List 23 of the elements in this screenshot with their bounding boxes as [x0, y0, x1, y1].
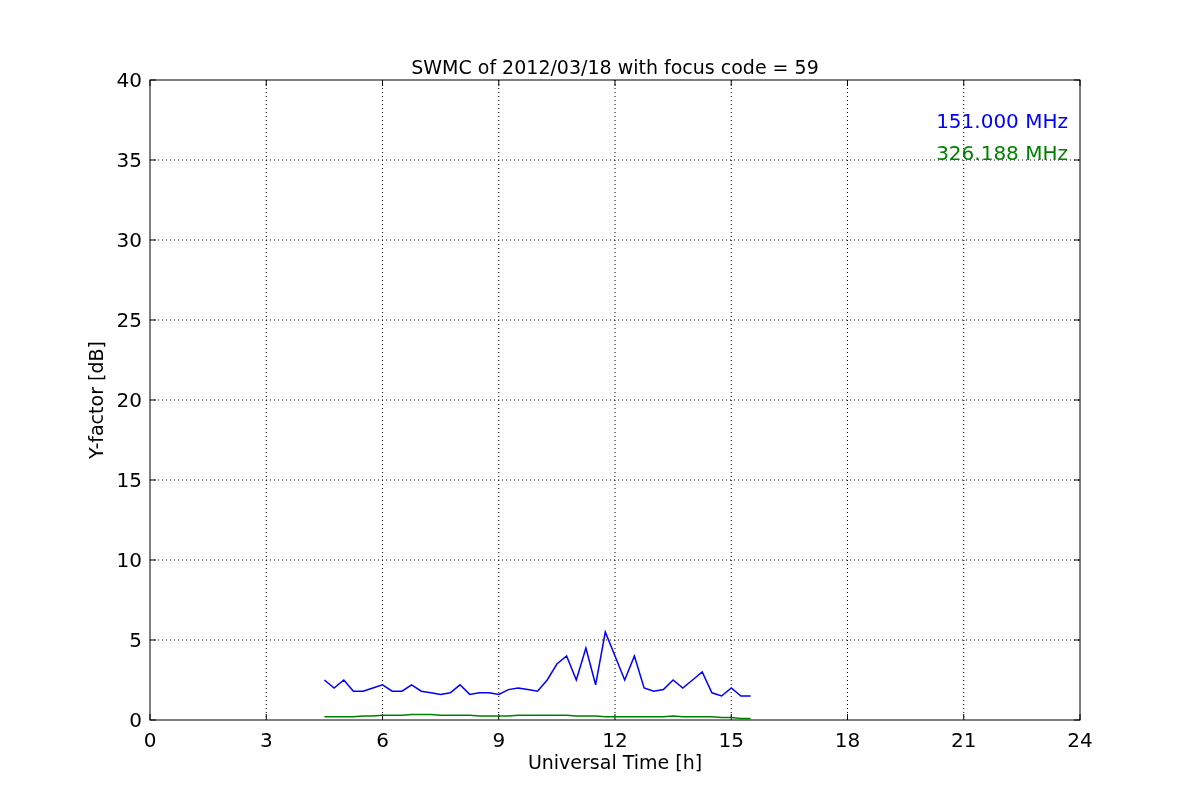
- y-tick-label: 35: [116, 148, 142, 172]
- y-tick-label: 5: [129, 628, 142, 652]
- legend-label: 151.000 MHz: [936, 109, 1068, 133]
- x-tick-label: 18: [834, 728, 861, 752]
- x-tick-label: 6: [376, 728, 389, 752]
- x-tick-label: 15: [718, 728, 744, 752]
- legend-label: 326.188 MHz: [936, 141, 1068, 165]
- y-tick-label: 25: [116, 308, 142, 332]
- chart-title: SWMC of 2012/03/18 with focus code = 59: [411, 56, 819, 78]
- y-tick-label: 10: [116, 548, 142, 572]
- x-tick-label: 24: [1067, 728, 1093, 752]
- x-tick-label: 3: [259, 728, 273, 752]
- y-tick-label: 40: [116, 68, 142, 92]
- y-tick-label: 15: [116, 468, 142, 492]
- x-tick-label: 12: [602, 728, 628, 752]
- x-axis-label: Universal Time [h]: [527, 751, 703, 773]
- y-tick-label: 0: [129, 708, 142, 732]
- y-tick-label: 20: [116, 388, 142, 412]
- x-tick-label: 21: [951, 728, 977, 752]
- x-tick-label: 9: [492, 728, 506, 752]
- y-axis-label: Y-factor [dB]: [85, 341, 107, 459]
- x-tick-label: 0: [143, 728, 157, 752]
- y-tick-label: 30: [116, 228, 142, 252]
